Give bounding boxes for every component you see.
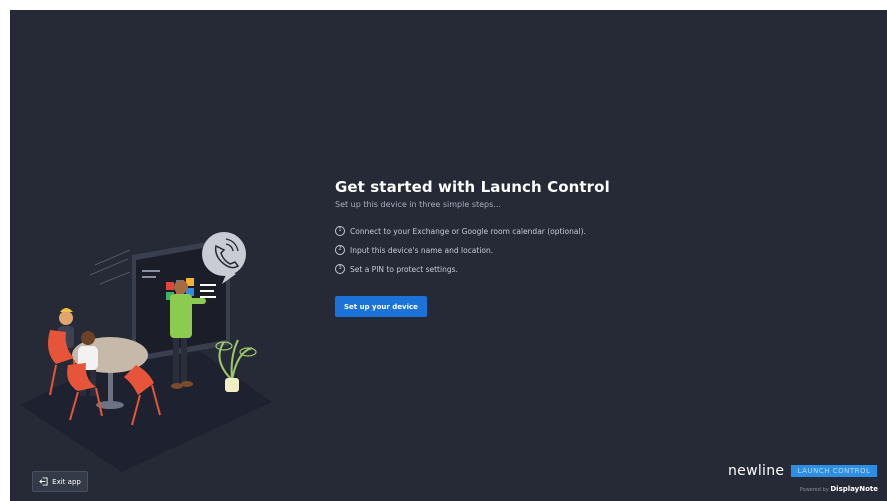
step-number-3: 3	[335, 264, 345, 274]
exit-arrow-icon	[39, 477, 48, 486]
launch-control-badge: LAUNCH CONTROL	[791, 465, 877, 477]
step-number-2: 2	[335, 245, 345, 255]
newline-logo-text: newline	[728, 463, 785, 479]
step-text-3: Set a PIN to protect settings.	[350, 264, 458, 274]
step-text-1: Connect to your Exchange or Google room …	[350, 226, 586, 236]
meeting-room-illustration	[20, 232, 272, 472]
step-item-1: 1 Connect to your Exchange or Google roo…	[335, 225, 655, 237]
brand-logo: newline LAUNCH CONTROL Powered by Displa…	[728, 462, 880, 496]
page-title: Get started with Launch Control	[335, 178, 610, 196]
step-item-3: 3 Set a PIN to protect settings.	[335, 263, 655, 275]
exit-app-label: Exit app	[52, 477, 81, 486]
welcome-panel: Get started with Launch Control Set up t…	[335, 178, 655, 317]
step-item-2: 2 Input this device's name and location.	[335, 244, 655, 256]
launch-control-screen: Get started with Launch Control Set up t…	[10, 10, 887, 501]
page-subtitle: Set up this device in three simple steps…	[335, 200, 501, 209]
exit-app-button[interactable]: Exit app	[32, 471, 88, 492]
set-up-device-button[interactable]: Set up your device	[335, 296, 427, 317]
powered-by-label: Powered by	[799, 487, 829, 493]
motion-lines	[89, 249, 131, 285]
displaynote-brand: DisplayNote	[830, 485, 878, 493]
setup-steps-list: 1 Connect to your Exchange or Google roo…	[335, 225, 655, 275]
step-text-2: Input this device's name and location.	[350, 245, 494, 255]
powered-by-line: Powered by DisplayNote	[800, 485, 878, 494]
step-number-1: 1	[335, 226, 345, 236]
